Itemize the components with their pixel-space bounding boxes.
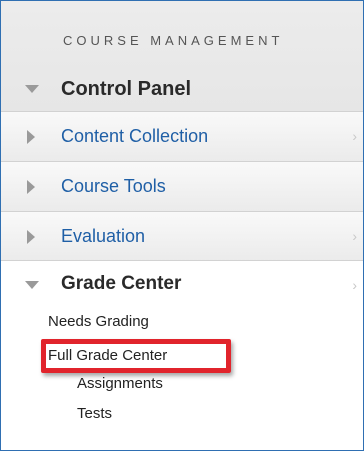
assignments-link[interactable]: Assignments <box>77 375 163 392</box>
highlight-box <box>41 339 231 373</box>
menu-item-label: Course Tools <box>61 176 166 196</box>
menu-item-content-collection[interactable]: Content Collection › <box>1 111 363 161</box>
triangle-right-icon <box>27 230 35 244</box>
chevron-right-icon: › <box>352 128 357 144</box>
menu-item-evaluation[interactable]: Evaluation › <box>1 211 363 261</box>
chevron-right-icon: › <box>352 277 357 293</box>
triangle-down-icon <box>25 85 39 93</box>
course-management-panel: COURSE MANAGEMENT Control Panel Content … <box>0 0 364 451</box>
menu-item-label: Evaluation <box>61 226 146 246</box>
chevron-right-icon: › <box>352 228 357 244</box>
control-panel-label: Control Panel <box>61 78 192 100</box>
triangle-right-icon <box>27 130 35 144</box>
tests-link[interactable]: Tests <box>77 405 112 422</box>
menu-item-label: Content Collection <box>61 126 209 146</box>
course-management-heading: COURSE MANAGEMENT <box>63 33 284 48</box>
panel-header: COURSE MANAGEMENT Control Panel <box>1 1 363 113</box>
grade-center-title[interactable]: Grade Center <box>61 273 181 295</box>
triangle-down-icon[interactable] <box>25 281 39 289</box>
triangle-right-icon <box>27 180 35 194</box>
menu-item-course-tools[interactable]: Course Tools <box>1 161 363 211</box>
grade-center-section: Grade Center › Needs Grading Full Grade … <box>1 260 363 450</box>
needs-grading-link[interactable]: Needs Grading <box>48 313 149 330</box>
control-panel-toggle[interactable]: Control Panel <box>1 67 363 111</box>
